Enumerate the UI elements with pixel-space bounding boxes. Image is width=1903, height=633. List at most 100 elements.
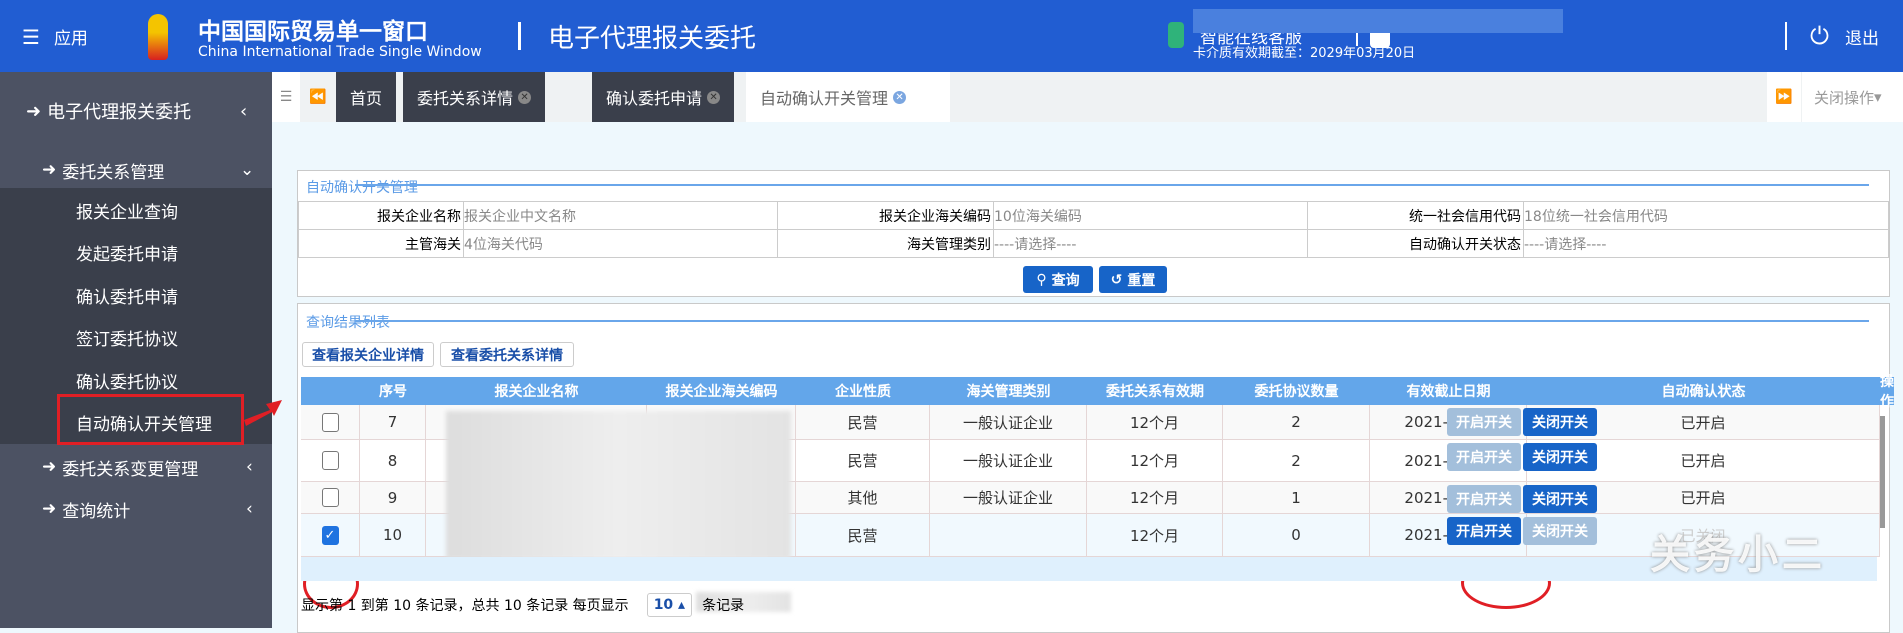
enable-switch-button[interactable]: 开启开关 — [1447, 408, 1521, 436]
tab-scroll-right[interactable]: ⏩ — [1767, 72, 1801, 122]
cell-nature: 民营 — [847, 413, 878, 432]
cell-status: 已开启 — [1680, 489, 1726, 507]
sidebar-item[interactable]: 发起委托申请 — [76, 240, 178, 265]
customs-office-input[interactable]: 4位海关代码 — [463, 229, 778, 258]
disable-switch-button[interactable]: 关闭开关 — [1523, 443, 1597, 471]
divider — [518, 22, 521, 50]
sidebar-item[interactable]: 签订委托协议 — [76, 325, 178, 350]
reset-icon: ↺ — [1110, 271, 1123, 288]
tab-confirm-application[interactable]: 确认委托申请 ✕ — [592, 72, 735, 122]
enable-switch-button[interactable]: 开启开关 — [1447, 517, 1521, 545]
highlight-arrow — [244, 400, 282, 426]
user-name-blur-ext — [1393, 9, 1563, 33]
status-select[interactable]: ----请选择---- — [1523, 229, 1889, 258]
enable-switch-button[interactable]: 开启开关 — [1447, 443, 1521, 471]
table-cell — [930, 514, 1087, 557]
table-cell: 12个月 — [1087, 514, 1223, 557]
table-cell: 民营 — [796, 440, 930, 482]
table-cell: 8 — [360, 440, 426, 482]
sidebar-item[interactable]: 确认委托协议 — [76, 368, 178, 393]
search-panel: 自动确认开关管理 报关企业名称 报关企业中文名称 报关企业海关编码 10位海关编… — [297, 170, 1890, 297]
cell-no: 8 — [387, 451, 398, 470]
page-size-select[interactable]: 10 ▴ — [646, 593, 693, 617]
column-header: 操作 — [1880, 374, 1894, 410]
table-cell: 一般认证企业 — [930, 482, 1087, 514]
column-header: 报关企业海关编码 — [647, 377, 796, 405]
cell-no: 10 — [382, 526, 403, 544]
sidebar-section[interactable]: ➜ 电子代理报关委托 ‹ — [0, 96, 272, 126]
tab-auto-confirm[interactable]: 自动确认开关管理 ✕ — [746, 72, 950, 122]
search-form: 报关企业名称 报关企业中文名称 报关企业海关编码 10位海关编码 统一社会信用代… — [298, 201, 1889, 258]
row-checkbox[interactable]: ✓ — [321, 525, 339, 545]
row-checkbox[interactable] — [321, 412, 339, 432]
disable-switch-button[interactable]: 关闭开关 — [1523, 485, 1597, 513]
system-title: 电子代理报关委托 — [548, 24, 757, 54]
close-icon[interactable]: ✕ — [518, 90, 532, 104]
column-header: 委托关系有效期 — [1087, 377, 1223, 405]
column-header: 自动确认状态 — [1527, 377, 1880, 405]
table-cell: 0 — [1223, 514, 1370, 557]
table-cell: 一般认证企业 — [930, 405, 1087, 440]
enable-switch-button[interactable]: 开启开关 — [1447, 485, 1521, 513]
tab-relation-detail[interactable]: 委托关系详情 ✕ — [403, 72, 546, 122]
cell-status: 已开启 — [1680, 452, 1726, 470]
disable-switch-button[interactable]: 关闭开关 — [1523, 408, 1597, 436]
card-expiry: 卡介质有效期截至：2029年03月20日 — [1193, 46, 1416, 61]
tab-menu-toggle[interactable]: ☰ — [272, 72, 300, 122]
robot-icon — [1168, 22, 1184, 48]
chevron-left-icon: ‹ — [240, 100, 248, 122]
sidebar-group-change[interactable]: ➜ 委托关系变更管理 ‹ — [0, 452, 272, 482]
chevron-left-icon: ‹ — [246, 457, 253, 477]
table-cell: 10 — [360, 514, 426, 557]
menu-button[interactable]: ☰ 应用 — [22, 24, 88, 50]
chevron-left-icon: ‹ — [246, 499, 253, 519]
cell-nature: 民营 — [847, 452, 878, 470]
cell-validity: 12个月 — [1129, 452, 1180, 470]
view-company-button[interactable]: 查看报关企业详情 — [302, 342, 434, 367]
customs-code-input[interactable]: 10位海关编码 — [993, 201, 1308, 230]
column-header: 报关企业名称 — [426, 377, 647, 405]
field-label: 统一社会信用代码 — [1307, 201, 1524, 230]
cell-count: 2 — [1291, 413, 1301, 431]
sidebar-group[interactable]: ➜ 委托关系管理 ⌄ — [0, 152, 272, 188]
table-cell: 12个月 — [1087, 405, 1223, 440]
tab-scroll-left[interactable]: ⏪ — [302, 72, 334, 122]
enter-icon: ➜ — [26, 100, 42, 122]
credit-code-input[interactable]: 18位统一社会信用代码 — [1523, 201, 1889, 230]
panel-title: 自动确认开关管理 — [306, 180, 418, 196]
reset-button[interactable]: ↺ 重置 — [1099, 266, 1167, 293]
close-icon[interactable]: ✕ — [707, 90, 721, 104]
company-name-input[interactable]: 报关企业中文名称 — [463, 201, 778, 230]
row-checkbox[interactable] — [321, 488, 339, 507]
sidebar: ➜ 电子代理报关委托 ‹ ➜ 委托关系管理 ⌄ 报关企业查询 发起委托申请 确认… — [0, 72, 272, 628]
disable-switch-button[interactable]: 关闭开关 — [1523, 517, 1597, 545]
category-select[interactable]: ----请选择---- — [993, 229, 1308, 258]
panel-title: 查询结果列表 — [306, 315, 390, 331]
sidebar-item[interactable]: 确认委托申请 — [76, 283, 178, 308]
tab-home[interactable]: 首页 — [336, 72, 397, 122]
query-button[interactable]: ⚲ 查询 — [1023, 266, 1093, 293]
highlight-box — [57, 394, 244, 445]
enter-icon: ➜ — [42, 160, 57, 180]
close-icon[interactable]: ✕ — [893, 90, 907, 104]
user-name-blur — [1193, 9, 1394, 33]
cell-category: 一般认证企业 — [962, 489, 1053, 507]
column-header: 海关管理类别 — [930, 377, 1087, 405]
table-cell: 民营 — [796, 514, 930, 557]
view-relation-button[interactable]: 查看委托关系详情 — [440, 342, 574, 367]
sidebar-item[interactable]: 报关企业查询 — [76, 198, 178, 223]
enter-icon: ➜ — [42, 457, 57, 477]
table-cell: 2 — [1223, 440, 1370, 482]
row-checkbox[interactable] — [321, 451, 339, 470]
close-operations-dropdown[interactable]: 关闭操作 ▾ — [1802, 72, 1903, 122]
enter-icon: ➜ — [42, 499, 57, 519]
pagination: 显示第 1 到第 10 条记录，总共 10 条记录 每页显示 10 ▴ 条记录 — [301, 593, 744, 617]
cell-nature: 民营 — [847, 526, 878, 545]
column-header: 企业性质 — [796, 377, 930, 405]
table-cell: 7 — [360, 405, 426, 440]
field-label: 报关企业海关编码 — [777, 201, 994, 230]
scrollbar[interactable] — [1880, 416, 1885, 528]
logout-button[interactable]: ⏻ 退出 — [1810, 22, 1879, 50]
sidebar-group-stats[interactable]: ➜ 查询统计 ‹ — [0, 494, 272, 524]
results-panel: 查询结果列表 查看报关企业详情 查看委托关系详情 序号 报关企业名称 报关企业海关编… — [297, 303, 1894, 633]
